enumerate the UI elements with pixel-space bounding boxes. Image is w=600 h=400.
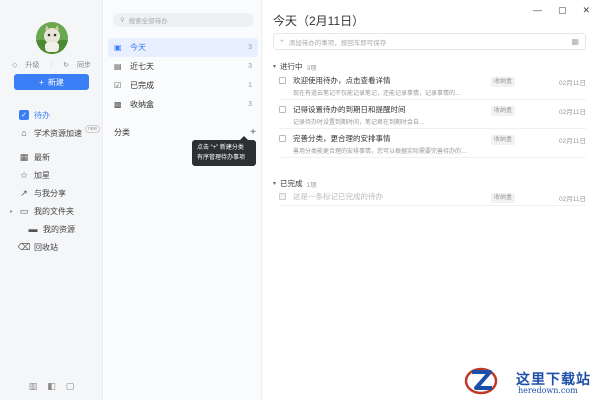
sync-icon: ↻ (63, 62, 69, 69)
caret-right-icon[interactable]: ▸ (10, 208, 13, 215)
task-date: 02月11日 (559, 80, 586, 87)
share-icon: ↗ (20, 187, 28, 198)
star-icon: ☆ (19, 169, 29, 180)
main-panel: 今天（2月11日） — ▢ ✕ + 添加待办的事项，按回车即可保存 ▦ ▾ 进行… (263, 0, 600, 400)
sidebar-item-trash[interactable]: ⌫ 回收站 (0, 238, 103, 256)
list-item-today[interactable]: ▣ 今天 3 (108, 38, 258, 57)
two-column-layout-icon[interactable]: ◧ (47, 381, 56, 392)
search-icon: ⚲ (120, 17, 125, 24)
graduation-icon: ⌂ (21, 128, 27, 138)
maximize-icon[interactable]: ▢ (558, 5, 567, 16)
site-watermark: 这里下载站 heredown.com (462, 362, 600, 400)
calendar-today-icon: ▣ (114, 43, 122, 52)
plus-icon: + (280, 38, 284, 45)
list-item-inbox[interactable]: ▩ 收纳盒 3 (108, 95, 258, 114)
trash-icon: ⌫ (17, 241, 31, 252)
sidebar-item-todo[interactable]: ✓ 待办 (0, 106, 103, 124)
task-tag: 收纳盒 (491, 135, 516, 145)
watermark-logo (464, 367, 498, 395)
close-icon[interactable]: ✕ (582, 5, 590, 16)
calendar-week-icon: ▤ (114, 62, 122, 71)
collapse-arrow-icon: ▾ (273, 181, 277, 187)
grid-icon: ▦ (19, 151, 29, 162)
category-header: 分类 + (114, 127, 256, 138)
plus-icon: + (39, 77, 44, 87)
task-checkbox[interactable] (279, 106, 286, 113)
task-tag: 收纳盒 (491, 193, 516, 203)
upgrade-link[interactable]: ◇ 升级 (9, 62, 42, 69)
sidebar-item-starred[interactable]: ☆ 加星 (0, 166, 103, 184)
folder-icon: ▭ (19, 205, 29, 216)
sidebar-item-my-folders[interactable]: ▸ ▭ 我的文件夹 (0, 202, 103, 220)
task-row[interactable]: 记得设置待办的到期日和提醒时间 记录待办时设置到期时间，笔记君在到期时会自… 收… (279, 101, 586, 129)
check-square-icon: ✓ (19, 110, 29, 120)
in-progress-section-header[interactable]: ▾ 进行中 3项 (273, 61, 317, 72)
calendar-icon[interactable]: ▦ (571, 37, 579, 46)
minimize-icon[interactable]: — (533, 5, 542, 16)
page-title: 今天（2月11日） (273, 14, 365, 28)
task-date: 02月11日 (559, 196, 586, 203)
inbox-icon: ▩ (114, 100, 122, 109)
sync-link[interactable]: ↻ 同步 (60, 62, 94, 69)
sidebar-item-academic[interactable]: ⌂ 学术资源加速 new (0, 124, 103, 142)
task-checkbox[interactable] (279, 135, 286, 142)
add-category-tooltip: 点击 “+” 新建分类 有序管理待办事项 (192, 136, 256, 166)
sidebar-item-my-resources[interactable]: ▬ 我的资源 (0, 220, 103, 238)
sidebar: ◇ 升级 | ↻ 同步 + 新建 ✓ 待办 ⌂ 学术资源加速 new ▦ 最新 … (0, 0, 103, 400)
list-item-completed[interactable]: ☑ 已完成 1 (108, 76, 258, 95)
account-row: ◇ 升级 | ↻ 同步 (0, 60, 103, 70)
single-column-layout-icon[interactable]: ▢ (66, 381, 75, 392)
task-checkbox[interactable] (279, 77, 286, 84)
search-input[interactable]: ⚲ 搜索全部待办 (113, 13, 254, 27)
task-date: 02月11日 (559, 138, 586, 145)
sidebar-item-shared[interactable]: ↗ 与我分享 (0, 184, 103, 202)
sidebar-item-latest[interactable]: ▦ 最新 (0, 148, 103, 166)
task-tag: 收纳盒 (491, 106, 516, 116)
todo-list-panel: ⚲ 搜索全部待办 ▣ 今天 3 ▤ 近七天 3 ☑ 已完成 1 ▩ 收纳盒 3 … (104, 0, 262, 400)
add-category-icon[interactable]: + (250, 127, 256, 138)
new-button[interactable]: + 新建 (14, 74, 89, 90)
three-column-layout-icon[interactable]: ▥ (29, 381, 38, 392)
window-controls: — ▢ ✕ (533, 5, 590, 16)
task-row[interactable]: 完善分类，更合理的安排事情 善用分类能更合理的安排事情，您可以根据实际需要完善待… (279, 130, 586, 158)
folder-icon: ▬ (28, 224, 38, 234)
task-row[interactable]: 欢迎使用待办，点击查看详情 现在有道云笔记不仅能记录笔记，还能记录事情，记录事情… (279, 72, 586, 100)
new-badge: new (85, 125, 101, 133)
check-box-icon: ☑ (114, 81, 122, 90)
task-checkbox[interactable] (279, 193, 286, 200)
task-tag: 收纳盒 (491, 77, 516, 87)
add-todo-input[interactable]: + 添加待办的事项，按回车即可保存 ▦ (273, 33, 586, 50)
avatar[interactable] (36, 22, 68, 54)
task-row[interactable]: 这是一条标记已完成的待办 收纳盒 02月11日 (279, 188, 586, 206)
task-date: 02月11日 (559, 109, 586, 116)
list-item-week[interactable]: ▤ 近七天 3 (108, 57, 258, 76)
diamond-icon: ◇ (12, 62, 18, 69)
sidebar-nav: ✓ 待办 ⌂ 学术资源加速 new ▦ 最新 ☆ 加星 ↗ 与我分享 ▸ ▭ 我… (0, 106, 103, 256)
layout-switcher: ▥ ◧ ▢ (0, 381, 103, 392)
collapse-arrow-icon: ▾ (273, 64, 277, 70)
